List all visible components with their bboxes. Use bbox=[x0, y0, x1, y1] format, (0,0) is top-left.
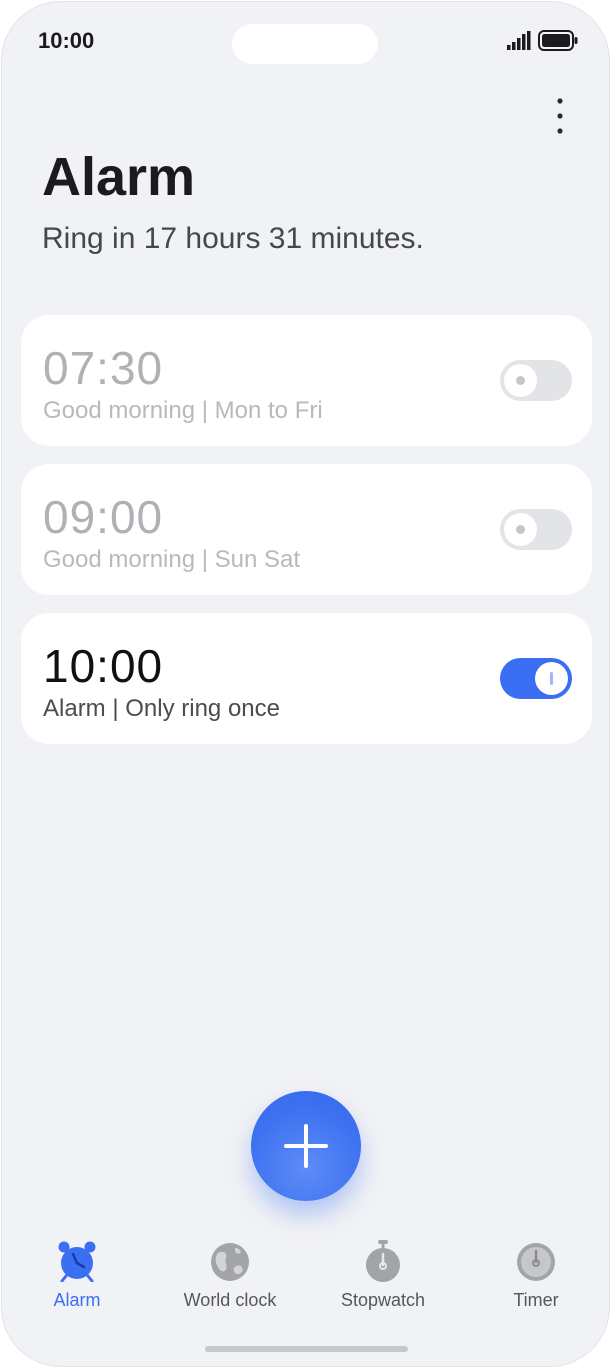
plus-icon bbox=[284, 1124, 328, 1168]
alarm-description: Good morning | Sun Sat bbox=[43, 546, 301, 573]
alarm-toggle[interactable] bbox=[500, 360, 572, 401]
alarm-card[interactable]: 09:00 Good morning | Sun Sat bbox=[21, 464, 592, 595]
add-alarm-button[interactable] bbox=[251, 1091, 361, 1201]
alarm-description: Good morning | Mon to Fri bbox=[43, 397, 323, 424]
home-indicator[interactable] bbox=[205, 1346, 408, 1352]
nav-tab-timer[interactable]: Timer bbox=[461, 1240, 609, 1311]
alarm-clock-icon bbox=[58, 1241, 96, 1282]
nav-tab-world-clock[interactable]: World clock bbox=[155, 1240, 305, 1311]
toggle-knob bbox=[504, 513, 537, 546]
alarm-toggle[interactable] bbox=[500, 509, 572, 550]
alarm-toggle[interactable] bbox=[500, 658, 572, 699]
toggle-knob bbox=[504, 364, 537, 397]
camera-notch bbox=[232, 24, 378, 64]
nav-tab-stopwatch[interactable]: Stopwatch bbox=[308, 1240, 458, 1311]
timer-icon bbox=[517, 1243, 555, 1281]
phone-screen: 10:00 Alarm Ring in 17 hours 31 minutes.… bbox=[1, 1, 610, 1367]
more-vertical-icon bbox=[557, 98, 563, 134]
battery-icon bbox=[538, 30, 578, 51]
nav-label: Stopwatch bbox=[340, 1290, 426, 1310]
signal-icon bbox=[507, 31, 531, 50]
status-bar-time: 10:00 bbox=[38, 28, 95, 53]
nav-label: World clock bbox=[183, 1290, 277, 1310]
alarm-card[interactable]: 07:30 Good morning | Mon to Fri bbox=[21, 315, 592, 446]
alarm-description: Alarm | Only ring once bbox=[43, 695, 280, 722]
more-options-button[interactable] bbox=[542, 92, 578, 140]
globe-icon bbox=[211, 1243, 249, 1281]
alarm-time: 07:30 bbox=[43, 342, 164, 394]
nav-label: Alarm bbox=[53, 1290, 101, 1310]
alarm-time: 10:00 bbox=[43, 640, 164, 692]
alarm-time: 09:00 bbox=[43, 491, 164, 543]
alarm-card[interactable]: 10:00 Alarm | Only ring once bbox=[21, 613, 592, 744]
page-title: Alarm bbox=[42, 147, 196, 207]
nav-tab-alarm[interactable]: Alarm bbox=[2, 1240, 152, 1311]
next-alarm-countdown: Ring in 17 hours 31 minutes. bbox=[42, 222, 424, 255]
toggle-knob bbox=[535, 662, 568, 695]
nav-label: Timer bbox=[513, 1290, 559, 1310]
stopwatch-icon bbox=[366, 1240, 400, 1282]
